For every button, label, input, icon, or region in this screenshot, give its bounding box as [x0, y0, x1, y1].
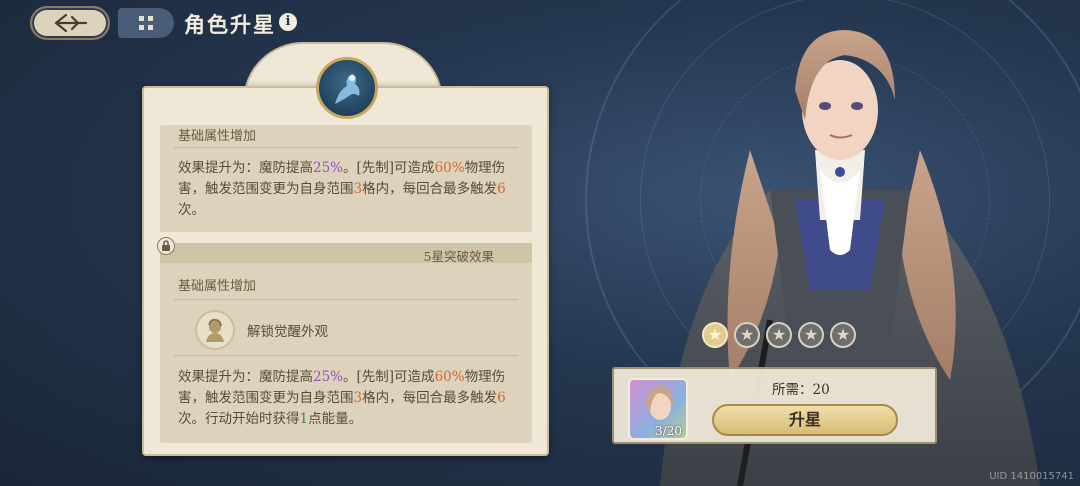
back-arrow-icon — [54, 13, 88, 33]
effect-segment: 3 — [353, 390, 363, 406]
star-filled-icon: ★ — [702, 322, 728, 348]
effect-card-4star: 基础属性增加 效果提升为：魔防提高25%。[先制]可造成60%物理伤害，触发范围… — [160, 125, 532, 232]
divider — [174, 147, 518, 148]
card2-stars: ☆☆☆☆☆ — [178, 245, 232, 260]
awaken-appearance-label: 解锁觉醒外观 — [247, 324, 328, 340]
star-empty-icon: ★ — [734, 322, 760, 348]
home-menu-button[interactable] — [118, 8, 174, 38]
effect-segment: 效果提升为：魔防提高 — [178, 369, 313, 385]
effect-segment: 格内，每回合最多触发 — [362, 390, 498, 406]
required-shards-label: 所需：20 — [772, 382, 830, 398]
effect-segment: 6 — [497, 181, 506, 197]
card1-effect-text: 效果提升为：魔防提高25%。[先制]可造成60%物理伤害，触发范围变更为自身范围… — [178, 158, 514, 221]
star-empty-icon: ★ — [798, 322, 824, 348]
effect-segment: 。[先制]可造成 — [343, 369, 435, 385]
info-icon[interactable]: i — [279, 13, 297, 31]
card2-effect-text: 效果提升为：魔防提高25%。[先制]可造成60%物理伤害，触发范围变更为自身范围… — [178, 367, 514, 430]
breakthrough-label: 5星突破效果 — [423, 249, 494, 264]
skill-emblem-icon — [316, 57, 378, 119]
effect-segment: 3 — [353, 181, 363, 197]
effect-segment: 60% — [434, 160, 465, 176]
shard-count: 3/20 — [655, 424, 682, 438]
effect-segment: 格内，每回合最多触发 — [362, 181, 498, 197]
star-empty-icon: ★ — [766, 322, 792, 348]
effect-segment: 次。行动开始时获得 — [178, 411, 300, 427]
star-up-button[interactable]: 升星 — [712, 404, 898, 436]
card1-base-label: 基础属性增加 — [178, 129, 257, 144]
character-star-rating: ★ ★ ★ ★ ★ — [702, 322, 856, 348]
back-button[interactable] — [30, 6, 110, 40]
effect-segment: 1 — [299, 411, 309, 427]
player-uid: UID 1410015741 — [989, 471, 1074, 482]
awaken-appearance-icon — [195, 310, 235, 350]
star-empty-icon: ★ — [830, 322, 856, 348]
effect-segment: 25% — [313, 160, 344, 176]
grid-menu-icon — [139, 16, 153, 30]
effect-scroll-area[interactable]: 基础属性增加 效果提升为：魔防提高25%。[先制]可造成60%物理伤害，触发范围… — [160, 125, 532, 445]
divider — [174, 355, 518, 356]
effect-segment: 6 — [497, 390, 506, 406]
lock-icon — [157, 237, 175, 255]
effect-segment: 60% — [434, 369, 465, 385]
card2-base-label: 基础属性增加 — [178, 279, 257, 294]
effect-segment: 。[先制]可造成 — [343, 160, 435, 176]
character-shard-item[interactable]: 3/20 — [628, 378, 688, 440]
effect-segment: 效果提升为：魔防提高 — [178, 160, 313, 176]
effect-segment: 点能量。 — [308, 411, 363, 427]
divider — [174, 299, 518, 300]
effect-segment: 25% — [313, 369, 344, 385]
page-title: 角色升星 — [184, 12, 276, 37]
effect-segment: 次。 — [178, 202, 205, 218]
